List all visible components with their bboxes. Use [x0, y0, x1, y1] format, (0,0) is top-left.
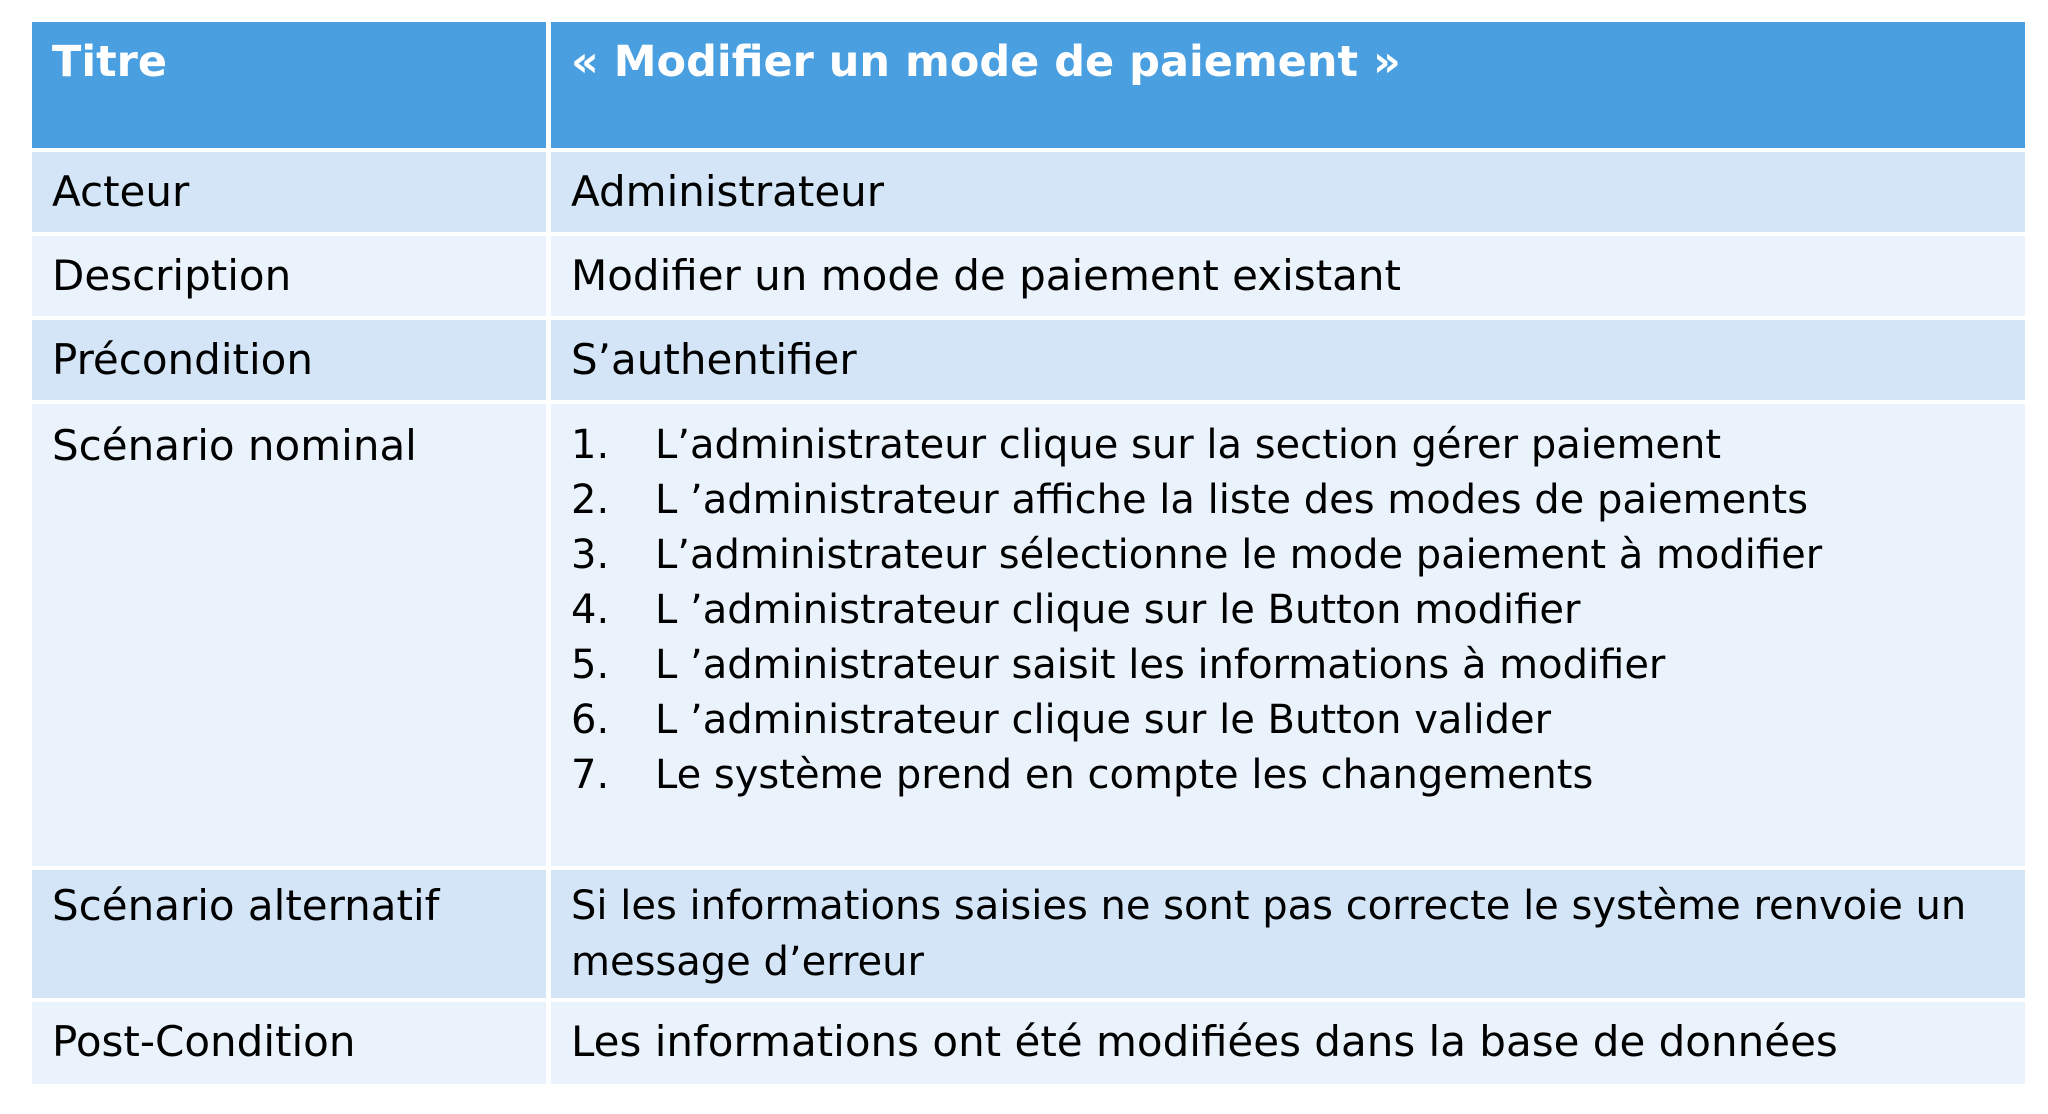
step-text: L’administrateur sélectionne le mode pai… — [655, 532, 1823, 578]
step-text: L ’administrateur clique sur le Button v… — [655, 697, 1552, 743]
row-acteur: Acteur Administrateur — [32, 152, 2025, 232]
post-condition-label: Post-Condition — [32, 1002, 546, 1084]
description-label: Description — [32, 236, 546, 316]
step-item: 4. L ’administrateur clique sur le Button… — [571, 583, 2025, 638]
header-row: Titre « Modifier un mode de paiement » — [32, 22, 2025, 148]
step-item: 5. L ’administrateur saisit les informati… — [571, 638, 2025, 693]
header-label: Titre — [32, 22, 546, 148]
post-condition-value: Les informations ont été modifiées dans … — [551, 1002, 2025, 1084]
row-post-condition: Post-Condition Les informations ont été … — [32, 1002, 2025, 1084]
row-precondition: Précondition S’authentifier — [32, 320, 2025, 400]
description-value: Modifier un mode de paiement existant — [551, 236, 2025, 316]
step-number: 2. — [571, 477, 610, 523]
step-text: L’administrateur clique sur la section g… — [655, 422, 1722, 468]
scenario-nominal-value: 1. L’administrateur clique sur la section… — [551, 404, 2025, 866]
precondition-value: S’authentifier — [551, 320, 2025, 400]
step-item: 7. Le système prend en compte les changem… — [571, 748, 2025, 803]
step-number: 6. — [571, 697, 610, 743]
step-item: 1. L’administrateur clique sur la section… — [571, 418, 2025, 473]
step-item: 3. L’administrateur sélectionne le mode p… — [571, 528, 2025, 583]
precondition-label: Précondition — [32, 320, 546, 400]
use-case-title: « Modifier un mode de paiement » — [551, 22, 2025, 148]
acteur-value: Administrateur — [551, 152, 2025, 232]
row-scenario-alternatif: Scénario alternatif Si les informations … — [32, 870, 2025, 998]
scenario-alternatif-label: Scénario alternatif — [32, 870, 546, 998]
step-number: 4. — [571, 587, 610, 633]
row-scenario-nominal: Scénario nominal 1. L’administrateur cliq… — [32, 404, 2025, 866]
step-number: 5. — [571, 642, 610, 688]
step-number: 1. — [571, 422, 610, 468]
step-text: L ’administrateur saisit les information… — [655, 642, 1666, 688]
scenario-steps-list: 1. L’administrateur clique sur la section… — [571, 418, 2025, 803]
step-text: Le système prend en compte les changemen… — [655, 752, 1594, 798]
use-case-table: Titre « Modifier un mode de paiement » A… — [27, 18, 2030, 1088]
step-text: L ’administrateur clique sur le Button m… — [655, 587, 1581, 633]
acteur-label: Acteur — [32, 152, 546, 232]
step-number: 7. — [571, 752, 610, 798]
scenario-alternatif-value: Si les informations saisies ne sont pas … — [551, 870, 2025, 998]
step-text: L ’administrateur affiche la liste des m… — [655, 477, 1809, 523]
step-item: 2. L ’administrateur affiche la liste des… — [571, 473, 2025, 528]
scenario-nominal-label: Scénario nominal — [32, 404, 546, 866]
step-number: 3. — [571, 532, 610, 578]
row-description: Description Modifier un mode de paiement… — [32, 236, 2025, 316]
step-item: 6. L ’administrateur clique sur le Button… — [571, 693, 2025, 748]
